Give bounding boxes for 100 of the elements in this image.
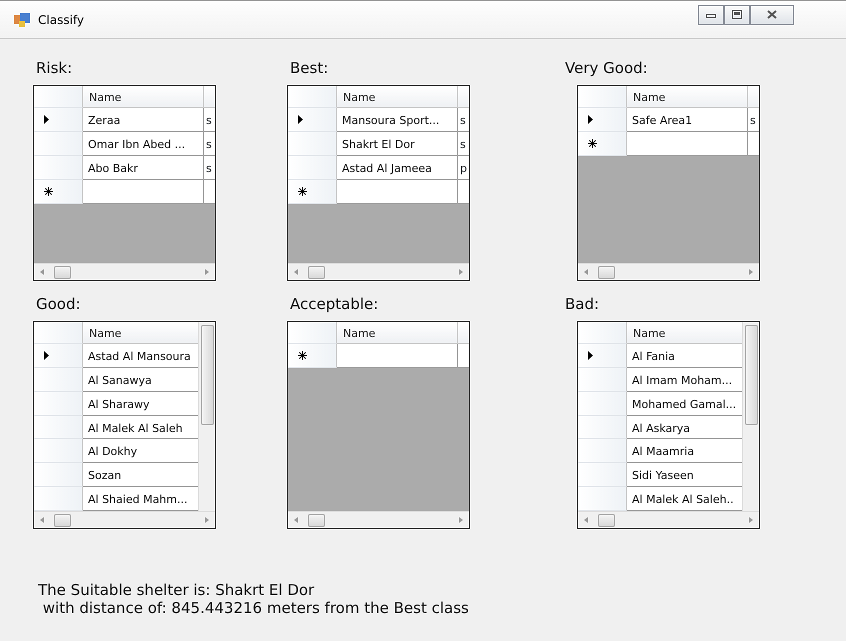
- scroll-thumb[interactable]: [598, 514, 615, 526]
- table-cell[interactable]: Astad Al Jameea: [337, 156, 458, 180]
- row-header[interactable]: [288, 180, 337, 204]
- table-cell[interactable]: Al Askarya: [627, 416, 742, 440]
- table-cell[interactable]: Sozan: [83, 463, 198, 488]
- horizontal-scrollbar[interactable]: [288, 511, 469, 528]
- column-header[interactable]: [458, 322, 469, 344]
- scroll-thumb[interactable]: [200, 325, 214, 425]
- group-label: Risk:: [36, 58, 74, 79]
- table-cell[interactable]: Zeraa: [83, 108, 204, 132]
- scroll-right-icon[interactable]: [459, 517, 463, 523]
- table-cell[interactable]: Al Sharawy: [83, 392, 198, 416]
- minimize-button[interactable]: [698, 4, 724, 24]
- table-cell[interactable]: Mansoura Sport...: [337, 108, 458, 132]
- table-cell[interactable]: s: [204, 132, 215, 156]
- header-corner-cell[interactable]: [288, 322, 337, 344]
- table-cell[interactable]: Al Imam Moham...: [627, 368, 742, 392]
- scroll-left-icon[interactable]: [294, 517, 298, 523]
- column-header[interactable]: [748, 86, 759, 108]
- row-header[interactable]: [288, 344, 337, 368]
- scroll-thumb[interactable]: [598, 266, 615, 278]
- header-corner-cell[interactable]: [288, 86, 337, 108]
- result-text: The Suitable shelter is: Shakrt El Dor: [38, 581, 316, 599]
- scroll-thumb[interactable]: [54, 266, 71, 278]
- table-cell[interactable]: Shakrt El Dor: [337, 132, 458, 156]
- horizontal-scrollbar[interactable]: [288, 263, 469, 280]
- scroll-thumb[interactable]: [308, 514, 325, 526]
- horizontal-scrollbar[interactable]: [34, 263, 215, 280]
- horizontal-scrollbar[interactable]: [578, 263, 759, 280]
- scroll-thumb[interactable]: [54, 514, 71, 526]
- maximize-button[interactable]: [724, 4, 750, 24]
- column-header[interactable]: Name: [83, 86, 204, 108]
- table-cell[interactable]: Al Fania: [627, 344, 742, 368]
- scroll-right-icon[interactable]: [749, 269, 753, 275]
- table-cell[interactable]: p: [458, 156, 469, 180]
- scroll-left-icon[interactable]: [584, 517, 588, 523]
- maximize-icon: [732, 10, 742, 19]
- group-label: Bad:: [565, 294, 600, 315]
- table-cell[interactable]: Astad Al Mansoura: [83, 344, 198, 368]
- new-row-cell[interactable]: [627, 132, 748, 156]
- column-header[interactable]: Name: [627, 86, 748, 108]
- table-cell[interactable]: Safe Area1: [627, 108, 748, 132]
- scroll-thumb[interactable]: [744, 325, 758, 425]
- column-header[interactable]: [458, 86, 469, 108]
- window-title: Classify: [38, 12, 84, 28]
- horizontal-scrollbar[interactable]: [34, 511, 215, 528]
- scroll-left-icon[interactable]: [40, 269, 44, 275]
- row-header[interactable]: [578, 132, 627, 156]
- new-row-cell[interactable]: [748, 132, 759, 156]
- scroll-right-icon[interactable]: [459, 269, 463, 275]
- scroll-left-icon[interactable]: [294, 269, 298, 275]
- group-label: Very Good:: [565, 58, 649, 79]
- column-header[interactable]: Name: [337, 86, 458, 108]
- column-header[interactable]: Name: [627, 322, 742, 344]
- new-row-icon: [44, 187, 53, 196]
- row-header[interactable]: [34, 180, 83, 204]
- app-icon: [14, 12, 30, 26]
- table-cell[interactable]: s: [458, 132, 469, 156]
- scroll-right-icon[interactable]: [749, 517, 753, 523]
- new-row-cell[interactable]: [458, 180, 469, 204]
- new-row-cell[interactable]: [204, 180, 215, 204]
- table-cell[interactable]: Al Shaied Mahm...: [83, 487, 198, 512]
- new-row-cell[interactable]: [458, 344, 469, 368]
- vertical-scrollbar[interactable]: [198, 322, 215, 511]
- table-cell[interactable]: Al Sanawya: [83, 368, 198, 392]
- new-row-cell[interactable]: [83, 180, 204, 204]
- new-row-cell[interactable]: [337, 180, 458, 204]
- table-cell[interactable]: Omar Ibn Abed ...: [83, 132, 204, 156]
- close-icon: [767, 10, 777, 19]
- column-header[interactable]: Name: [83, 322, 198, 344]
- header-corner-cell[interactable]: [34, 322, 83, 344]
- table-cell[interactable]: Al Malek Al Saleh: [83, 416, 198, 440]
- new-row-icon: [298, 351, 307, 360]
- table-cell[interactable]: Al Maamria: [627, 439, 742, 464]
- group-label: Good:: [36, 294, 82, 315]
- minimize-icon: [706, 12, 716, 18]
- table-cell[interactable]: Mohamed Gamal...: [627, 392, 742, 416]
- header-corner-cell[interactable]: [578, 86, 627, 108]
- table-cell[interactable]: s: [458, 108, 469, 132]
- close-button[interactable]: [750, 4, 794, 24]
- horizontal-scrollbar[interactable]: [578, 511, 759, 528]
- new-row-icon: [588, 139, 597, 148]
- table-cell[interactable]: Sidi Yaseen: [627, 463, 742, 488]
- scroll-left-icon[interactable]: [40, 517, 44, 523]
- column-header[interactable]: Name: [337, 322, 458, 344]
- new-row-cell[interactable]: [337, 344, 458, 368]
- scroll-thumb[interactable]: [308, 266, 325, 278]
- table-cell[interactable]: Al Dokhy: [83, 439, 198, 464]
- header-corner-cell[interactable]: [34, 86, 83, 108]
- scroll-right-icon[interactable]: [205, 269, 209, 275]
- table-cell[interactable]: s: [748, 108, 759, 132]
- table-cell[interactable]: s: [204, 108, 215, 132]
- table-cell[interactable]: Al Malek Al Saleh..: [627, 487, 742, 512]
- column-header[interactable]: [204, 86, 215, 108]
- scroll-left-icon[interactable]: [584, 269, 588, 275]
- table-cell[interactable]: s: [204, 156, 215, 180]
- scroll-right-icon[interactable]: [205, 517, 209, 523]
- vertical-scrollbar[interactable]: [742, 322, 759, 511]
- table-cell[interactable]: Abo Bakr: [83, 156, 204, 180]
- header-corner-cell[interactable]: [578, 322, 627, 344]
